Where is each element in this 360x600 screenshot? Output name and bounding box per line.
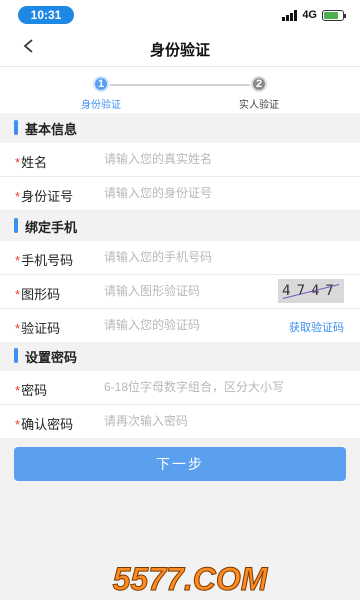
section-title: 设置密码 xyxy=(25,350,78,365)
required-mark: * xyxy=(15,287,21,302)
password-input[interactable] xyxy=(104,376,349,398)
step-label: 实人验证 xyxy=(239,100,279,111)
step-identity: 1 身份验证 xyxy=(61,76,141,111)
status-bar: 10:31 4G xyxy=(0,0,360,30)
watermark-logo: 5577.COM xyxy=(112,561,269,598)
image-code-input[interactable] xyxy=(104,280,274,302)
step-number: 1 xyxy=(93,76,109,92)
section-title: 基本信息 xyxy=(25,122,78,137)
section-accent-bar xyxy=(14,348,18,363)
required-mark: * xyxy=(15,383,21,398)
section-basic-info: 基本信息 xyxy=(0,114,360,140)
section-set-password: 设置密码 xyxy=(0,342,360,368)
name-label: *姓名 xyxy=(15,155,48,170)
required-mark: * xyxy=(15,189,21,204)
battery-icon xyxy=(322,9,346,21)
required-mark: * xyxy=(15,155,21,170)
confirm-password-row: *确认密码 xyxy=(0,405,360,439)
step-label: 身份验证 xyxy=(81,100,121,111)
network-type: 4G xyxy=(302,9,317,21)
watermark-text: 5577.COM xyxy=(113,561,269,597)
name-input[interactable] xyxy=(104,148,274,170)
status-time: 10:31 xyxy=(18,6,74,24)
required-mark: * xyxy=(15,417,21,432)
section-title: 绑定手机 xyxy=(25,220,78,235)
get-code-button[interactable]: 获取验证码 xyxy=(289,319,344,335)
name-row: *姓名 xyxy=(0,143,360,177)
next-step-button[interactable]: 下一步 xyxy=(14,447,346,481)
status-icons: 4G xyxy=(282,8,346,22)
id-number-input[interactable] xyxy=(104,182,274,204)
phone-row: *手机号码 xyxy=(0,241,360,275)
nav-bar: 身份验证 xyxy=(0,30,360,67)
confirm-password-input[interactable] xyxy=(104,410,274,432)
signal-icon xyxy=(282,9,298,21)
section-accent-bar xyxy=(14,218,18,233)
id-number-label: *身份证号 xyxy=(15,189,74,204)
sms-code-row: *验证码 获取验证码 xyxy=(0,309,360,343)
step-face-verification: 2 实人验证 xyxy=(219,76,299,111)
confirm-password-label: *确认密码 xyxy=(15,417,74,432)
sms-code-input[interactable] xyxy=(104,314,274,336)
required-mark: * xyxy=(15,321,21,336)
progress-stepper: 1 身份验证 2 实人验证 xyxy=(0,67,360,113)
password-row: *密码 xyxy=(0,371,360,405)
password-label: *密码 xyxy=(15,383,48,398)
sms-code-label: *验证码 xyxy=(15,321,61,336)
required-mark: * xyxy=(15,253,21,268)
section-accent-bar xyxy=(14,120,18,135)
id-number-row: *身份证号 xyxy=(0,177,360,211)
image-code-row: *图形码 4747 xyxy=(0,275,360,309)
image-code-label: *图形码 xyxy=(15,287,61,302)
captcha-image[interactable]: 4747 xyxy=(278,279,344,303)
step-number: 2 xyxy=(251,76,267,92)
phone-input[interactable] xyxy=(104,246,274,268)
section-bind-phone: 绑定手机 xyxy=(0,212,360,238)
page-title: 身份验证 xyxy=(149,42,210,59)
phone-label: *手机号码 xyxy=(15,253,74,268)
